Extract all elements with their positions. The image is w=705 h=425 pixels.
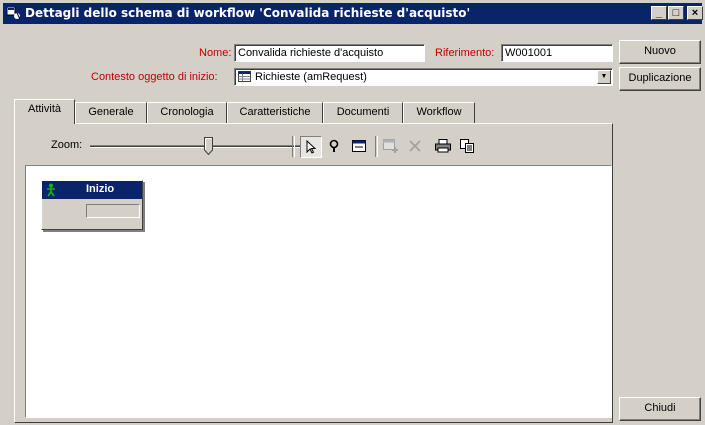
reference-field[interactable]: W001001 xyxy=(501,44,613,62)
toolbar: Zoom: xyxy=(24,133,613,160)
workflow-details-window: Dettagli dello schema di workflow 'Conva… xyxy=(0,0,705,425)
tab-history[interactable]: Cronologia xyxy=(147,102,227,123)
pointer-icon[interactable] xyxy=(300,136,322,158)
start-person-icon xyxy=(47,183,55,197)
tab-workflow[interactable]: Workflow xyxy=(403,102,475,123)
new-button[interactable]: Nuovo xyxy=(619,40,701,64)
minimize-button[interactable]: _ xyxy=(651,6,667,20)
window-title: Dettagli dello schema di workflow 'Conva… xyxy=(25,6,471,20)
zoom-slider[interactable] xyxy=(90,145,310,148)
node-output-box xyxy=(86,204,140,218)
close-button[interactable]: Chiudi xyxy=(619,397,701,421)
maximize-button[interactable]: □ xyxy=(668,6,684,20)
node-header: Inizio xyxy=(42,181,142,199)
tab-activities[interactable]: Attività xyxy=(14,99,75,124)
start-context-combo[interactable]: Richieste (amRequest) ▼ xyxy=(234,68,613,86)
tab-characteristics[interactable]: Caratteristiche xyxy=(227,102,323,123)
toolbar-separator xyxy=(292,136,295,157)
zoom-label: Zoom: xyxy=(51,139,83,151)
tab-general[interactable]: Generale xyxy=(75,102,147,123)
table-icon xyxy=(238,71,251,82)
workflow-canvas[interactable]: Inizio xyxy=(25,165,612,418)
name-label: Nome: xyxy=(199,47,232,59)
name-field[interactable]: Convalida richieste d'acquisto xyxy=(234,44,425,62)
chevron-down-icon[interactable]: ▼ xyxy=(597,70,611,84)
print-icon[interactable] xyxy=(432,136,454,158)
delete-icon[interactable] xyxy=(404,136,426,158)
add-activity-icon[interactable] xyxy=(380,136,402,158)
start-context-value: Richieste (amRequest) xyxy=(255,71,367,83)
magnifier-icon[interactable] xyxy=(324,136,346,158)
workflow-app-icon xyxy=(7,7,21,20)
start-context-label: Contesto oggetto di inizio: xyxy=(91,71,218,83)
close-window-button[interactable]: × xyxy=(687,6,703,20)
zoom-slider-thumb[interactable] xyxy=(204,137,213,155)
title-bar[interactable]: Dettagli dello schema di workflow 'Conva… xyxy=(3,3,703,24)
node-title: Inizio xyxy=(86,183,115,195)
toolbar-separator xyxy=(375,136,378,157)
tab-documents[interactable]: Documenti xyxy=(323,102,403,123)
window-icon[interactable] xyxy=(348,136,370,158)
start-activity-node[interactable]: Inizio xyxy=(41,180,143,230)
reference-label: Riferimento: xyxy=(435,47,495,59)
copy-icon[interactable] xyxy=(456,136,478,158)
duplicate-button[interactable]: Duplicazione xyxy=(619,67,701,91)
